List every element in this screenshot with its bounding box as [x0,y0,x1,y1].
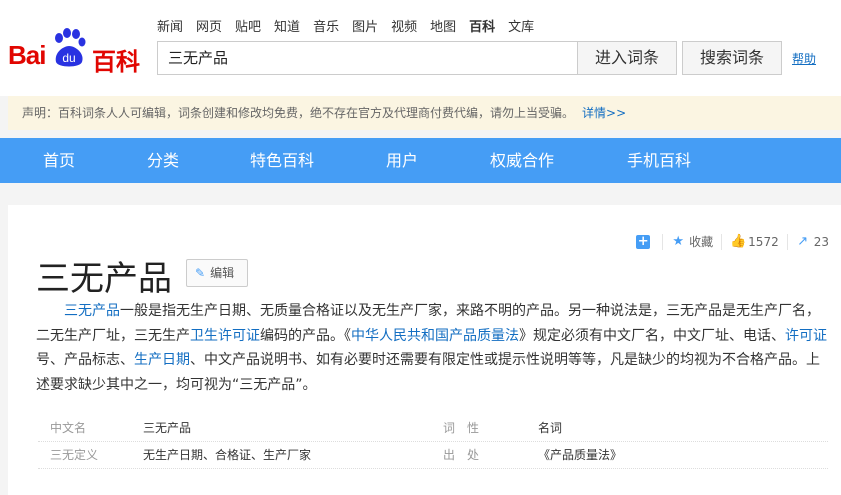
edit-label: 编辑 [210,266,235,280]
page-title: 三无产品 [36,259,172,299]
product-link[interactable]: 网页 [196,16,222,35]
product-link[interactable]: 地图 [430,16,456,35]
info-key: 中文名 [50,421,87,435]
nav-featured[interactable]: 特色百科 [250,138,314,183]
product-nav: 新闻 网页 贴吧 知道 音乐 图片 视频 地图 百科 文库 [157,16,534,35]
notice-details-link[interactable]: 详情>> [582,106,626,120]
share-icon[interactable]: ↗ [796,234,810,249]
info-key: 词 性 [443,421,480,435]
basic-info-table: 中文名 三无产品 词 性 名词 三无定义 无生产日期、合格证、生产厂家 出 处 … [38,415,828,469]
paragraph-text: 》规定必须有中文厂名，中文厂址、电话、 [519,327,785,344]
info-value: 三无产品 [143,421,192,435]
paw-icon: du [55,28,86,67]
like-count: 1572 [748,234,779,249]
notice-text: 声明：百科词条人人可编辑，词条创建和修改均免费，绝不存在官方及代理商付费代编，请… [22,106,575,120]
main-nav: 首页 分类 特色百科 用户 权威合作 手机百科 [0,138,841,183]
paragraph-text: 号、产品标志、 [36,352,134,368]
info-value: 无生产日期、合格证、生产厂家 [143,448,312,462]
summary-paragraph: 三无产品一般是指无生产日期、无质量合格证以及无生产厂家，来路不明的产品。另一种说… [36,299,831,397]
entry-link[interactable]: 卫生许可证 [190,328,260,344]
info-value: 《产品质量法》 [538,448,623,462]
add-icon[interactable]: + [636,234,651,249]
entry-link[interactable]: 生产日期 [134,352,190,368]
search-entry-button[interactable]: 搜索词条 [682,41,782,75]
entry-link[interactable]: 许可证 [785,328,827,344]
nav-users[interactable]: 用户 [386,138,418,183]
logo-baike-text: 百科 [92,48,140,76]
baidu-baike-logo[interactable]: Bai du 百科 [8,26,143,76]
thumbs-up-icon[interactable]: 👍 [730,234,746,249]
product-link[interactable]: 音乐 [313,16,339,35]
logo-text: Bai [8,40,46,70]
collect-button[interactable]: 收藏 [689,233,713,250]
header: Bai du 百科 新闻 网页 贴吧 知道 音乐 图片 视频 地图 百科 文库 三无产品 进入词条… [0,0,841,96]
product-link[interactable]: 百科 [469,16,495,35]
enter-entry-button[interactable]: 进入词条 [577,41,677,75]
star-icon[interactable]: ★ [671,234,685,249]
product-link[interactable]: 文库 [508,16,534,35]
pencil-icon: ✎ [195,266,206,280]
table-row: 中文名 三无产品 词 性 名词 [38,415,828,442]
nav-category[interactable]: 分类 [147,138,179,183]
product-link[interactable]: 新闻 [157,16,183,35]
search-input[interactable]: 三无产品 [157,41,577,75]
share-count: 23 [813,234,829,249]
product-link[interactable]: 图片 [352,16,378,35]
divider [721,233,723,250]
product-link[interactable]: 知道 [274,16,300,35]
info-key: 三无定义 [50,448,99,462]
info-value: 名词 [538,421,563,435]
divider [786,233,788,250]
product-link[interactable]: 视频 [391,16,417,35]
entry-link[interactable]: 三无产品 [64,303,120,319]
edit-button[interactable]: ✎ 编辑 [186,259,248,287]
entry-tools: + ★ 收藏 👍 1572 ↗ 23 [636,233,829,250]
nav-mobile[interactable]: 手机百科 [627,138,691,183]
notice-bar: 声明：百科词条人人可编辑，词条创建和修改均免费，绝不存在官方及代理商付费代编，请… [8,96,841,130]
paragraph-text: 编码的产品。《 [260,327,351,344]
entry-link[interactable]: 中华人民共和国产品质量法 [351,328,519,344]
entry-card: + ★ 收藏 👍 1572 ↗ 23 三无产品 ✎ 编辑 三无产品一般是指无生产日期、无… [8,205,841,495]
divider [662,233,664,250]
nav-home[interactable]: 首页 [43,138,75,183]
svg-text:du: du [62,51,75,65]
info-key: 出 处 [443,448,480,462]
table-row: 三无定义 无生产日期、合格证、生产厂家 出 处 《产品质量法》 [38,442,828,469]
product-link[interactable]: 贴吧 [235,16,261,35]
nav-authority[interactable]: 权威合作 [490,138,554,183]
help-link[interactable]: 帮助 [792,50,816,67]
